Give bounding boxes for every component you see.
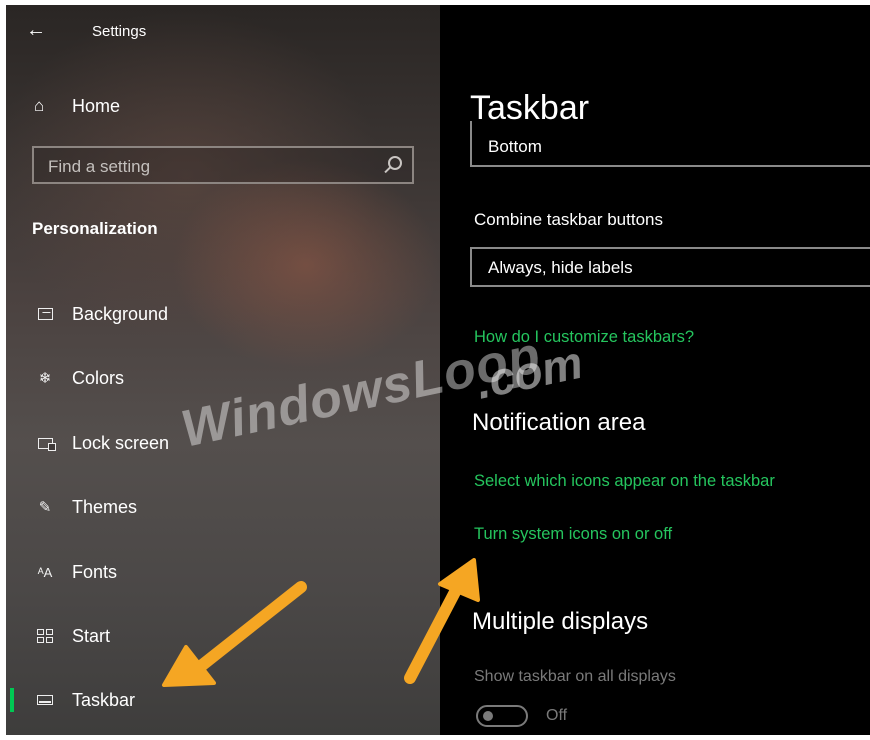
lock-screen-icon xyxy=(34,433,56,453)
notification-area-heading: Notification area xyxy=(472,409,646,436)
taskbar-icon xyxy=(34,690,56,710)
themes-icon: ✎ xyxy=(38,499,52,516)
sidebar-item-home[interactable]: ⌂ Home xyxy=(34,92,120,120)
select-icons-link[interactable]: Select which icons appear on the taskbar xyxy=(474,472,775,491)
background-icon xyxy=(34,304,56,324)
sidebar-item-label: Background xyxy=(72,303,169,324)
arrow-left-icon[interactable]: ← xyxy=(26,19,46,42)
sidebar-item-taskbar[interactable]: Taskbar xyxy=(6,680,440,720)
active-indicator xyxy=(10,688,14,712)
taskbar-location-dropdown[interactable]: Bottom xyxy=(470,121,870,167)
customize-taskbars-link[interactable]: How do I customize taskbars? xyxy=(474,328,694,347)
search-icon[interactable] xyxy=(388,156,402,170)
main-content: Taskbar Bottom Combine taskbar buttons A… xyxy=(440,5,870,735)
combine-label: Combine taskbar buttons xyxy=(474,210,663,229)
dropdown-value: Bottom xyxy=(488,137,542,156)
search-input[interactable] xyxy=(46,154,380,180)
sidebar-item-background[interactable]: Background xyxy=(6,294,440,334)
sidebar-item-colors[interactable]: ❄ Colors xyxy=(6,358,440,398)
home-icon: ⌂ xyxy=(34,96,45,115)
toggle-knob xyxy=(483,711,493,721)
toggle-state-label: Off xyxy=(546,707,568,724)
combine-buttons-dropdown[interactable]: Always, hide labels xyxy=(470,247,870,287)
sidebar: ← Settings ⌂ Home Personalization Backgr… xyxy=(6,5,440,735)
sidebar-item-label: Start xyxy=(72,625,111,646)
start-icon xyxy=(34,626,56,646)
settings-window: ← Settings ⌂ Home Personalization Backgr… xyxy=(6,5,870,735)
sidebar-item-start[interactable]: Start xyxy=(6,616,440,656)
sidebar-item-fonts[interactable]: ᴬA Fonts xyxy=(6,552,440,592)
sidebar-item-label: Themes xyxy=(72,496,138,517)
system-icons-link[interactable]: Turn system icons on or off xyxy=(474,525,672,544)
sidebar-item-themes[interactable]: ✎ Themes xyxy=(6,487,440,527)
show-all-displays-label: Show taskbar on all displays xyxy=(474,668,676,685)
sidebar-item-lock-screen[interactable]: Lock screen xyxy=(6,423,440,463)
sidebar-item-label: Fonts xyxy=(72,561,118,582)
app-title: Settings xyxy=(92,23,147,40)
sidebar-item-label: Taskbar xyxy=(72,689,136,710)
dropdown-value: Always, hide labels xyxy=(488,258,633,277)
multiple-displays-heading: Multiple displays xyxy=(472,608,649,635)
show-all-displays-toggle[interactable] xyxy=(476,705,528,727)
section-title: Personalization xyxy=(32,219,158,238)
title-bar: ← Settings xyxy=(6,15,440,45)
sidebar-item-label: Lock screen xyxy=(72,432,170,453)
sidebar-item-label: Colors xyxy=(72,367,125,388)
palette-icon: ❄ xyxy=(38,370,52,387)
search-box xyxy=(32,146,414,184)
home-label: Home xyxy=(72,95,121,116)
fonts-icon: ᴬA xyxy=(37,564,53,580)
